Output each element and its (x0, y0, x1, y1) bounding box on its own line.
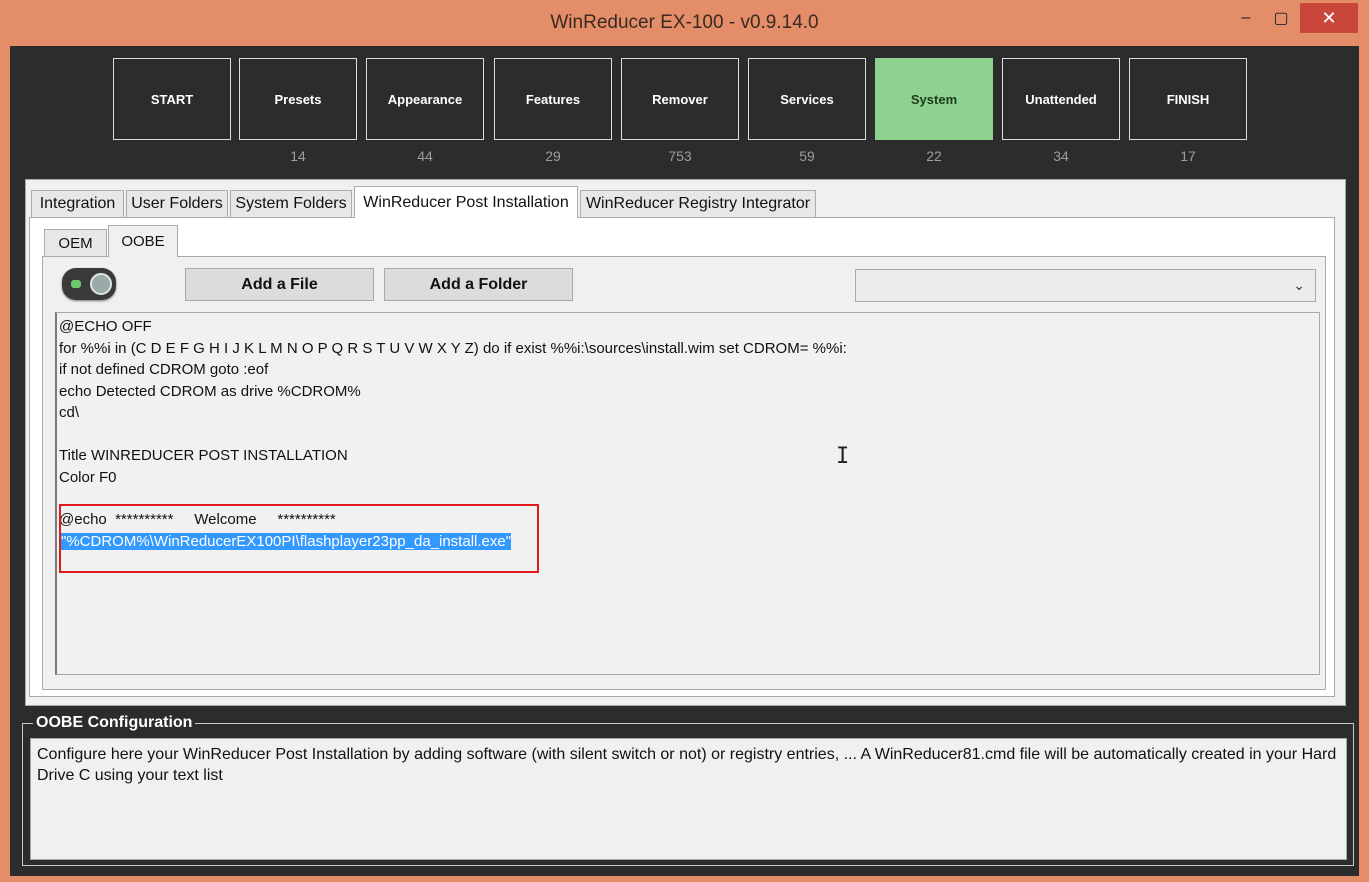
step-count-finish: 17 (1180, 148, 1196, 164)
add-folder-button[interactable]: Add a Folder (384, 268, 573, 301)
maximize-button[interactable]: ▢ (1266, 3, 1296, 33)
window-title: WinReducer EX-100 - v0.9.14.0 (550, 12, 819, 33)
step-count-unattended: 34 (1053, 148, 1069, 164)
step-unattended[interactable]: Unattended (1002, 58, 1120, 140)
step-appearance[interactable]: Appearance (366, 58, 484, 140)
editor-line: for %%i in (C D E F G H I J K L M N O P … (59, 340, 847, 357)
editor-line: Color F0 (59, 469, 117, 486)
highlight-annotation-box (59, 504, 539, 573)
toggle-knob (90, 273, 112, 295)
editor-line: echo Detected CDROM as drive %CDROM% (59, 383, 361, 400)
app-window: WinReducer EX-100 - v0.9.14.0 – ▢ ✕ STAR… (0, 0, 1369, 882)
step-count-remover: 753 (668, 148, 692, 164)
minimize-button[interactable]: – (1228, 3, 1264, 33)
close-button[interactable]: ✕ (1300, 3, 1358, 33)
enable-toggle[interactable] (62, 268, 116, 300)
preset-dropdown[interactable]: ⌄ (855, 269, 1316, 302)
tab-oobe[interactable]: OOBE (108, 225, 178, 257)
tab-post-installation[interactable]: WinReducer Post Installation (354, 186, 578, 218)
text-cursor-icon: I (836, 444, 850, 469)
step-system[interactable]: System (875, 58, 993, 140)
editor-line: Title WINREDUCER POST INSTALLATION (59, 447, 348, 464)
step-features[interactable]: Features (494, 58, 612, 140)
step-services[interactable]: Services (748, 58, 866, 140)
editor-line: if not defined CDROM goto :eof (59, 361, 269, 378)
step-start[interactable]: START (113, 58, 231, 140)
step-count-presets: 14 (290, 148, 306, 164)
step-presets[interactable]: Presets (239, 58, 357, 140)
tab-system-folders[interactable]: System Folders (230, 190, 352, 218)
chevron-down-icon: ⌄ (1293, 277, 1305, 293)
toggle-on-indicator (71, 280, 81, 288)
step-count-services: 59 (799, 148, 815, 164)
editor-line: cd\ (59, 404, 80, 421)
config-title: OOBE Configuration (33, 714, 196, 732)
tab-registry-integrator[interactable]: WinReducer Registry Integrator (580, 190, 816, 218)
title-bar: WinReducer EX-100 - v0.9.14.0 – ▢ ✕ (0, 0, 1369, 46)
step-count-appearance: 44 (417, 148, 433, 164)
step-count-system: 22 (926, 148, 942, 164)
add-file-button[interactable]: Add a File (185, 268, 374, 301)
config-description: Configure here your WinReducer Post Inst… (30, 738, 1347, 860)
step-count-features: 29 (545, 148, 561, 164)
step-remover[interactable]: Remover (621, 58, 739, 140)
step-finish[interactable]: FINISH (1129, 58, 1247, 140)
tab-integration[interactable]: Integration (31, 190, 124, 218)
tab-user-folders[interactable]: User Folders (126, 190, 228, 218)
editor-line: @ECHO OFF (59, 318, 152, 335)
tab-oem[interactable]: OEM (44, 229, 107, 257)
